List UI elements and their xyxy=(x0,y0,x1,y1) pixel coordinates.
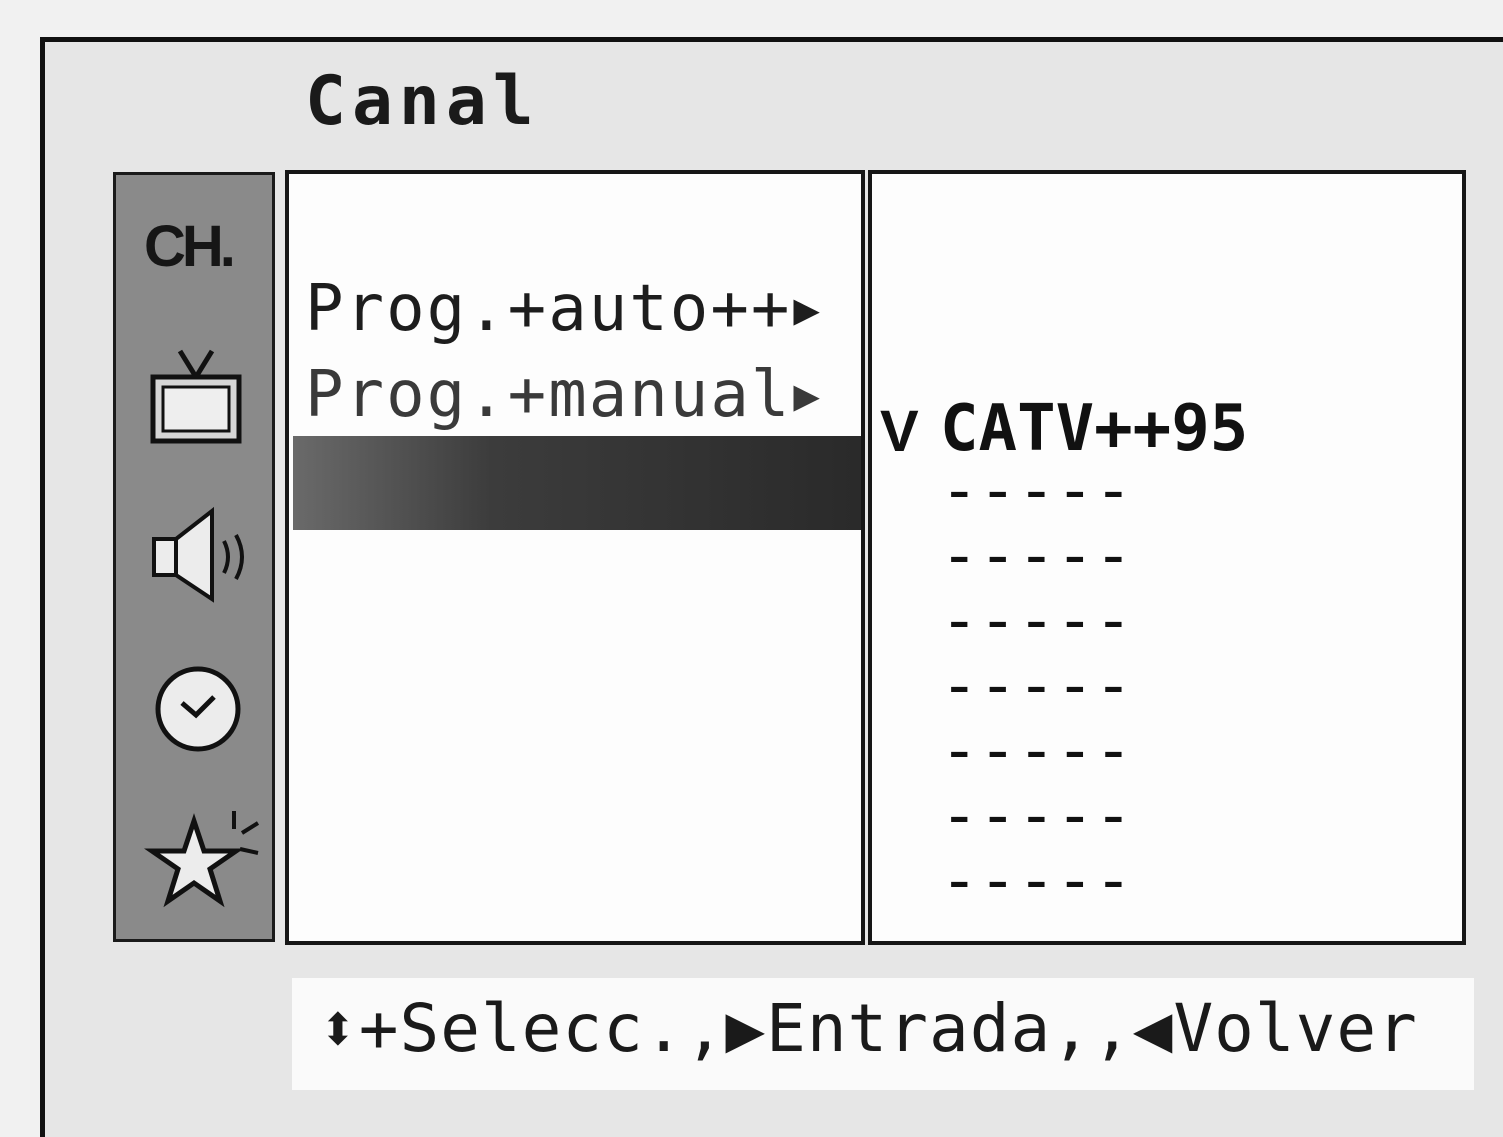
arrow-right-icon: ▶ xyxy=(793,284,822,335)
menu-item-label: Prog.+auto++ xyxy=(305,272,792,346)
channel-entry[interactable]: ----- xyxy=(940,844,1133,918)
channel-entry[interactable]: ----- xyxy=(940,584,1133,658)
help-bar: ⬍+Selecc.,▶Entrada,,◀Volver xyxy=(292,978,1474,1090)
speaker-icon[interactable] xyxy=(150,505,254,605)
channel-entry[interactable]: ----- xyxy=(940,454,1133,528)
menu-item-prog-auto[interactable]: Prog.+auto++▶ xyxy=(305,272,822,346)
check-icon: V xyxy=(880,399,919,464)
tv-icon[interactable] xyxy=(148,347,244,447)
channel-entry[interactable]: ----- xyxy=(940,519,1133,593)
selection-highlight-bar[interactable] xyxy=(293,436,861,530)
help-text: ⬍+Selecc.,▶Entrada,,◀Volver xyxy=(318,990,1418,1067)
menu-item-prog-manual[interactable]: Prog.+manual▶ xyxy=(305,358,822,432)
channel-entry[interactable]: ----- xyxy=(940,714,1133,788)
sidebar-item-channel[interactable]: CH. xyxy=(144,213,236,280)
menu-title: Canal xyxy=(305,62,540,141)
channel-entry[interactable]: ----- xyxy=(940,779,1133,853)
menu-item-label: Prog.+manual xyxy=(305,358,792,432)
sidebar: CH. xyxy=(113,172,275,942)
channel-list-panel: V CATV++95 ----- ----- ----- ----- -----… xyxy=(868,170,1466,945)
clock-icon[interactable] xyxy=(152,663,244,755)
arrow-right-icon: ▶ xyxy=(793,370,822,421)
channel-entry[interactable]: ----- xyxy=(940,649,1133,723)
star-icon[interactable] xyxy=(142,803,266,913)
options-panel: Prog.+auto++▶ Prog.+manual▶ xyxy=(285,170,865,945)
